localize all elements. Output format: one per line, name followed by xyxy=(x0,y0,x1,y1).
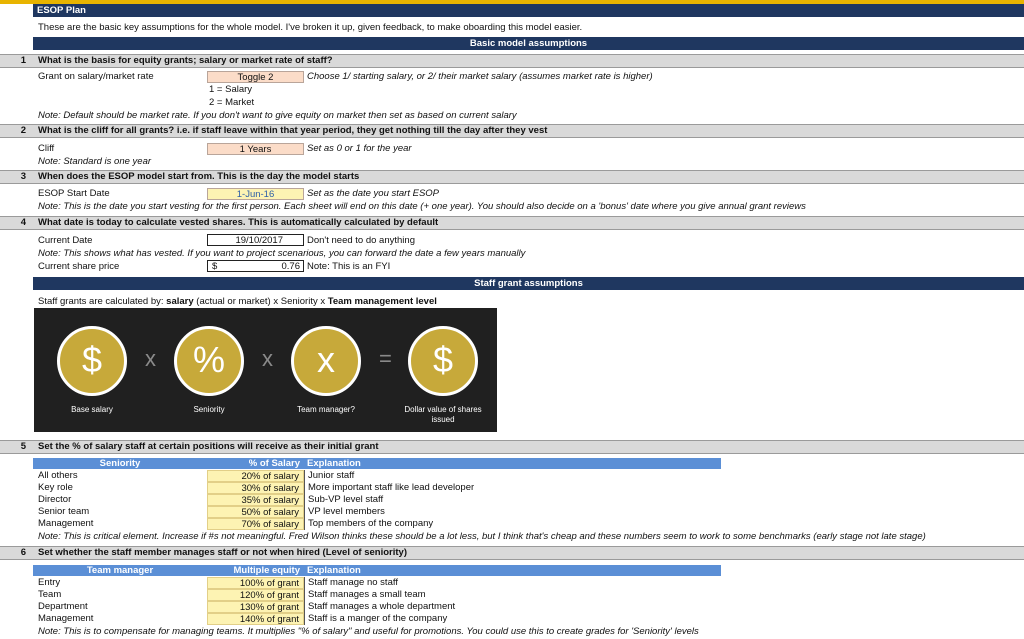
label-share-value: Dollar value of shares issued xyxy=(404,405,482,424)
seniority-name: Management xyxy=(38,518,94,529)
col-header-explanation: Explanation xyxy=(304,565,721,576)
section-basic-header: Basic model assumptions xyxy=(33,37,1024,50)
question-3-row: 3 When does the ESOP model start from. T… xyxy=(0,170,1024,184)
question-6-row: 6 Set whether the staff member manages s… xyxy=(0,546,1024,560)
question-text: Set the % of salary staff at certain pos… xyxy=(38,441,379,452)
seniority-explanation: Top members of the company xyxy=(304,518,433,530)
team-explanation: Staff manage no staff xyxy=(304,577,398,589)
esop-start-hint: Set as the date you start ESOP xyxy=(307,188,440,199)
seniority-pct-cell[interactable]: 70% of salary xyxy=(207,518,304,530)
sheet-title-bar: ESOP Plan xyxy=(33,4,1024,17)
share-price-label: Current share price xyxy=(38,261,120,272)
share-price-note: Note: This is an FYI xyxy=(307,261,391,272)
seniority-pct-cell[interactable]: 20% of salary xyxy=(207,470,304,482)
team-level-name: Management xyxy=(38,613,94,624)
seniority-explanation: VP level members xyxy=(304,506,385,518)
grant-basis-note: Note: Default should be market rate. If … xyxy=(38,110,517,121)
seniority-explanation: Junior staff xyxy=(304,470,354,482)
seniority-name: Key role xyxy=(38,482,73,493)
team-level-name: Department xyxy=(38,601,88,612)
multiplier-icon: x xyxy=(291,326,361,396)
question-text: What is the cliff for all grants? i.e. i… xyxy=(38,125,548,136)
seniority-pct-cell[interactable]: 35% of salary xyxy=(207,494,304,506)
share-price-value: 0.76 xyxy=(281,261,301,272)
question-text: What is the basis for equity grants; sal… xyxy=(38,55,333,66)
question-5-row: 5 Set the % of salary staff at certain p… xyxy=(0,440,1024,454)
formula-team: Team management level xyxy=(327,296,437,307)
grant-basis-hint: Choose 1/ starting salary, or 2/ their m… xyxy=(307,71,653,82)
multiply-icon: x xyxy=(145,346,156,371)
col-header-team-manager: Team manager xyxy=(33,565,207,576)
team-explanation: Staff is a manger of the company xyxy=(304,613,447,625)
formula-mid: (actual or market) x Seniority x xyxy=(193,296,328,307)
percent-icon: % xyxy=(174,326,244,396)
team-multiple-cell[interactable]: 140% of grant xyxy=(207,613,304,625)
team-explanation: Staff manages a small team xyxy=(304,589,426,601)
current-date-cell[interactable]: 19/10/2017 xyxy=(207,234,304,246)
seniority-pct-cell[interactable]: 30% of salary xyxy=(207,482,304,494)
seniority-name: All others xyxy=(38,470,78,481)
grant-formula-diagram: $ x % x x = $ Base salary Seniority Team… xyxy=(34,308,497,432)
seniority-explanation: More important staff like lead developer xyxy=(304,482,474,494)
equals-icon: = xyxy=(379,346,392,371)
team-multiple-cell[interactable]: 120% of grant xyxy=(207,589,304,601)
esop-start-note: Note: This is the date you start vesting… xyxy=(38,201,806,212)
seniority-name: Director xyxy=(38,494,72,505)
col-header-explanation: Explanation xyxy=(304,458,721,469)
cliff-hint: Set as 0 or 1 for the year xyxy=(307,143,412,154)
formula-text: Staff grants are calculated by: salary (… xyxy=(38,296,437,307)
current-date-note: Note: This shows what has vested. If you… xyxy=(38,248,526,259)
col-header-pct-salary: % of Salary xyxy=(207,458,304,469)
question-number: 3 xyxy=(20,171,26,182)
team-explanation: Staff manages a whole department xyxy=(304,601,455,613)
team-multiple-cell[interactable]: 100% of grant xyxy=(207,577,304,589)
formula-prefix: Staff grants are calculated by: xyxy=(38,296,167,307)
question-number: 1 xyxy=(20,55,26,66)
intro-text: These are the basic key assumptions for … xyxy=(38,22,583,33)
label-team-manager: Team manager? xyxy=(297,405,355,414)
option-salary: 1 = Salary xyxy=(209,84,253,95)
team-level-name: Entry xyxy=(38,577,61,588)
sheet-title: ESOP Plan xyxy=(37,5,86,16)
share-price-cell[interactable]: $ 0.76 xyxy=(207,260,304,272)
question-1-row: 1 What is the basis for equity grants; s… xyxy=(0,54,1024,68)
question-text: When does the ESOP model start from. Thi… xyxy=(38,171,360,182)
current-date-label: Current Date xyxy=(38,235,93,246)
question-2-row: 2 What is the cliff for all grants? i.e.… xyxy=(0,124,1024,138)
question-number: 4 xyxy=(20,217,26,228)
current-date-hint: Don't need to do anything xyxy=(307,235,415,246)
question-text: Set whether the staff member manages sta… xyxy=(38,547,407,558)
grant-basis-label: Grant on salary/market rate xyxy=(38,71,154,82)
team-note: Note: This is to compensate for managing… xyxy=(38,626,699,637)
option-market: 2 = Market xyxy=(209,97,255,108)
seniority-note: Note: This is critical element. Increase… xyxy=(38,531,926,542)
cliff-label: Cliff xyxy=(38,143,55,154)
esop-start-date-cell[interactable]: 1-Jun-16 xyxy=(207,188,304,200)
seniority-pct-cell[interactable]: 50% of salary xyxy=(207,506,304,518)
dollar-icon: $ xyxy=(408,326,478,396)
team-level-name: Team xyxy=(38,589,62,600)
grant-basis-toggle-cell[interactable]: Toggle 2 xyxy=(207,71,304,83)
col-header-seniority: Seniority xyxy=(33,458,207,469)
section-staff-header: Staff grant assumptions xyxy=(33,277,1024,290)
label-seniority: Seniority xyxy=(193,405,225,414)
currency-symbol: $ xyxy=(212,261,218,272)
label-base-salary: Base salary xyxy=(71,405,113,414)
formula-salary: salary xyxy=(166,296,194,307)
seniority-explanation: Sub-VP level staff xyxy=(304,494,383,506)
multiply-icon: x xyxy=(262,346,273,371)
question-4-row: 4 What date is today to calculate vested… xyxy=(0,216,1024,230)
esop-start-label: ESOP Start Date xyxy=(38,188,110,199)
question-text: What date is today to calculate vested s… xyxy=(38,217,439,228)
team-multiple-cell[interactable]: 130% of grant xyxy=(207,601,304,613)
dollar-icon: $ xyxy=(57,326,127,396)
col-header-multiple-equity: Multiple equity xyxy=(207,565,304,576)
seniority-name: Senior team xyxy=(38,506,90,517)
cliff-note: Note: Standard is one year xyxy=(38,156,152,167)
question-number: 5 xyxy=(20,441,26,452)
cliff-years-cell[interactable]: 1 Years xyxy=(207,143,304,155)
question-number: 6 xyxy=(20,547,26,558)
question-number: 2 xyxy=(20,125,26,136)
